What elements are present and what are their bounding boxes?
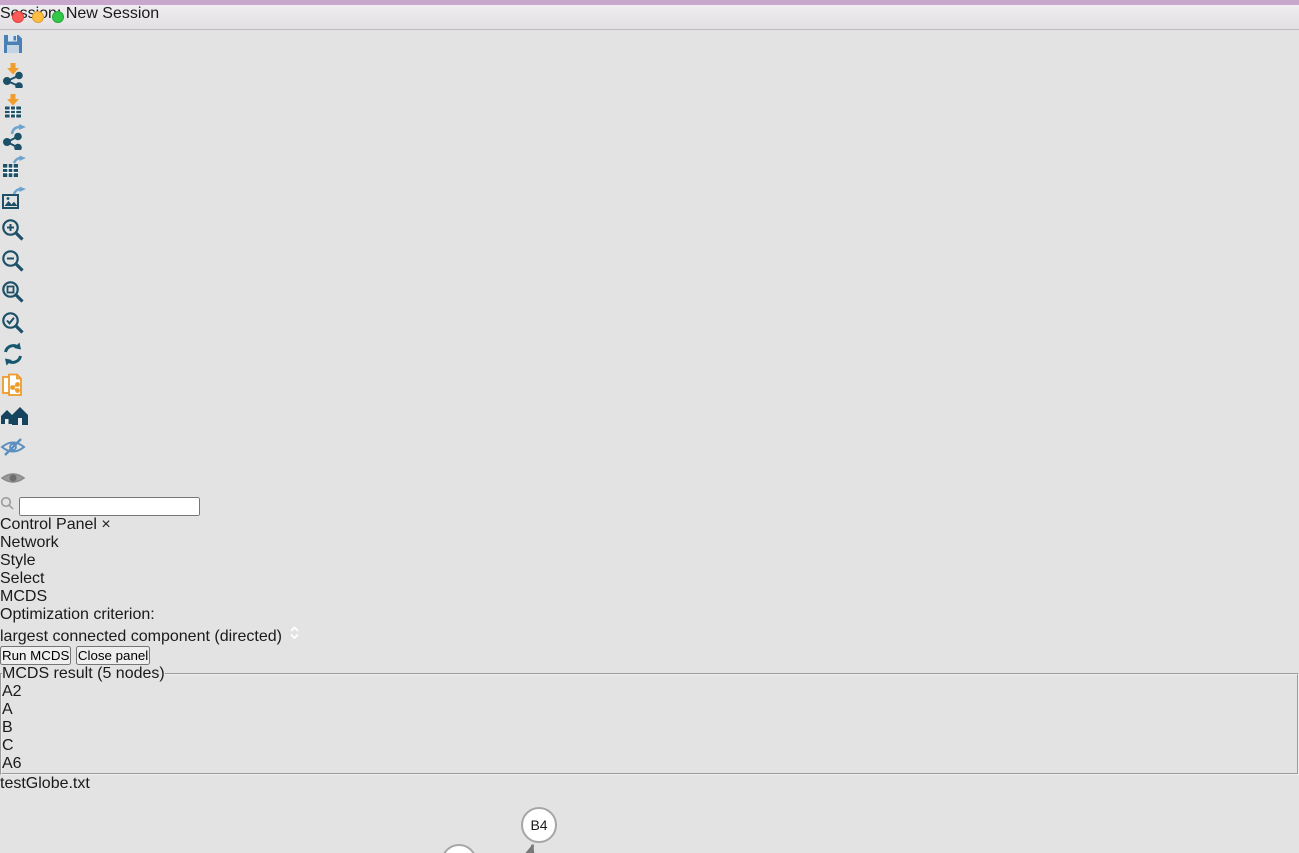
network-zoom-button[interactable]	[0, 6, 12, 18]
mcds-result-list[interactable]: A2ABCA6	[2, 683, 1297, 773]
svg-text:B4: B4	[530, 817, 547, 833]
control-panel-title: Control Panel	[0, 516, 97, 533]
network-node-B2[interactable]: B2	[442, 845, 476, 853]
tab-style[interactable]: Style	[0, 552, 1299, 570]
search-box	[0, 496, 1299, 516]
save-icon	[0, 44, 26, 61]
export-image-icon	[0, 199, 26, 216]
show-graphics-button[interactable]	[0, 465, 1299, 496]
result-item[interactable]: A2	[2, 683, 1297, 701]
hide-graphics-button[interactable]	[0, 434, 1299, 465]
network-window-titlebar[interactable]: testGlobe.txt	[0, 775, 1299, 793]
zoom-selected-button[interactable]	[0, 310, 1299, 341]
export-network-icon	[0, 137, 26, 154]
session-title: Session: New Session	[0, 5, 159, 22]
criterion-selected-value: largest connected component (directed)	[0, 628, 282, 645]
eye-slash-icon	[0, 447, 26, 464]
control-panel-tabs: NetworkStyleSelectMCDS	[0, 534, 1299, 606]
edge-B-B4[interactable]	[519, 845, 533, 853]
search-icon	[0, 496, 15, 511]
zoom-selected-icon	[0, 323, 26, 340]
zoom-in-icon	[0, 230, 26, 247]
zoom-window-button[interactable]	[52, 11, 64, 23]
run-mcds-button[interactable]: Run MCDS	[0, 646, 71, 665]
main-toolbar	[0, 0, 1299, 516]
select-stepper-icon	[286, 628, 303, 645]
optimization-criterion-label: Optimization criterion:	[0, 606, 1299, 624]
zoom-out-button[interactable]	[0, 248, 1299, 279]
import-network-button[interactable]	[0, 62, 1299, 93]
network-view-window: testGlobe.txt B4B2BB3A8A5A6A3B1AC2A1A2A4…	[0, 775, 1299, 853]
export-table-button[interactable]	[0, 155, 1299, 186]
tab-mcds[interactable]: MCDS	[0, 588, 1299, 606]
import-table-icon	[0, 106, 26, 123]
network-canvas[interactable]: B4B2BB3A8A5A6A3B1AC2A1A2A4A7C4CC1C3DD1	[0, 793, 889, 853]
control-panel-header: Control Panel ×	[0, 516, 1299, 534]
control-panel: Control Panel × NetworkStyleSelectMCDS O…	[0, 516, 1299, 775]
mcds-panel: Optimization criterion: largest connecte…	[0, 606, 1299, 775]
refresh-icon	[0, 354, 26, 371]
result-item[interactable]: C	[2, 737, 1297, 755]
network-file-icon	[0, 385, 26, 402]
result-item[interactable]: B	[2, 719, 1297, 737]
search-input[interactable]	[19, 497, 200, 516]
zoom-fit-button[interactable]	[0, 279, 1299, 310]
optimization-criterion-select[interactable]: largest connected component (directed)	[0, 624, 1299, 646]
save-session-button[interactable]	[0, 31, 1299, 62]
mcds-result-title: MCDS result (5 nodes)	[2, 665, 165, 683]
refresh-button[interactable]	[0, 341, 1299, 372]
result-item[interactable]: A6	[2, 755, 1297, 773]
tab-select[interactable]: Select	[0, 570, 1299, 588]
export-table-icon	[0, 168, 26, 185]
zoom-fit-icon	[0, 292, 26, 309]
mcds-result-group: MCDS result (5 nodes) A2ABCA6	[0, 665, 1299, 775]
eye-icon	[0, 478, 26, 495]
export-network-button[interactable]	[0, 124, 1299, 155]
zoom-in-button[interactable]	[0, 217, 1299, 248]
home-icon	[0, 416, 28, 433]
result-item[interactable]: A	[2, 701, 1297, 719]
close-window-button[interactable]	[12, 11, 24, 23]
network-from-file-button[interactable]	[0, 372, 1299, 403]
export-image-button[interactable]	[0, 186, 1299, 217]
app-titlebar: Session: New Session	[0, 5, 1299, 30]
import-network-icon	[0, 75, 26, 92]
minimize-window-button[interactable]	[32, 11, 44, 23]
close-panel-button[interactable]: ×	[101, 516, 110, 533]
network-canvas-container: B4B2BB3A8A5A6A3B1AC2A1A2A4A7C4CC1C3DD1	[0, 793, 1299, 853]
zoom-out-icon	[0, 261, 26, 278]
close-panel-button-mcds[interactable]: Close panel	[76, 646, 150, 665]
network-window-title: testGlobe.txt	[0, 775, 90, 792]
import-table-button[interactable]	[0, 93, 1299, 124]
tab-network[interactable]: Network	[0, 534, 1299, 552]
network-node-B4[interactable]: B4	[522, 808, 556, 842]
home-button[interactable]	[0, 403, 1299, 434]
